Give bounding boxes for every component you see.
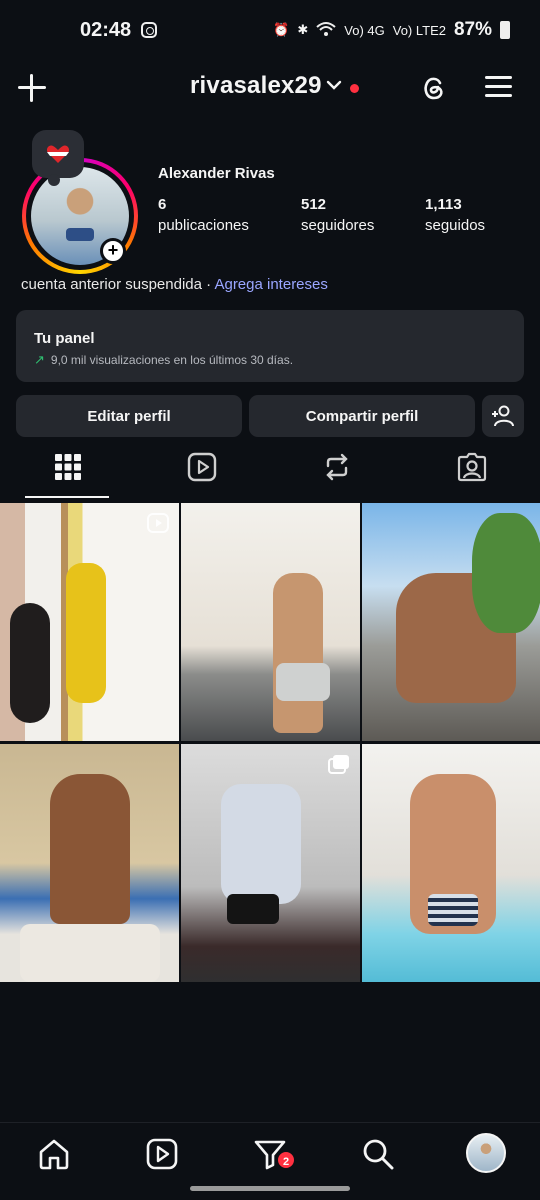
username[interactable]: rivasalex29: [190, 72, 322, 100]
tagged-icon[interactable]: [457, 452, 487, 482]
carousel-badge-icon: [328, 755, 349, 774]
threads-icon[interactable]: [418, 72, 450, 104]
panel-title: Tu panel: [34, 330, 95, 347]
profile-full-name: Alexander Rivas: [158, 165, 275, 182]
search-icon[interactable]: [361, 1137, 395, 1171]
post-thumbnail[interactable]: [0, 503, 179, 741]
stat-following[interactable]: 1,113 seguidos: [425, 196, 485, 234]
wifi-icon: [316, 21, 336, 40]
instagram-profile-screen: 02:48 ⏰ ✱ Vo) 4G Vo) LTE2 87% rivasalex2…: [0, 0, 540, 1200]
profile-avatar[interactable]: [466, 1133, 506, 1173]
grid-icon[interactable]: [53, 452, 83, 482]
battery-percent: 87%: [453, 19, 492, 40]
status-time: 02:48: [80, 18, 132, 41]
post-thumbnail[interactable]: [181, 503, 360, 741]
panel-subtitle: ↗ 9,0 mil visualizaciones en los últimos…: [34, 352, 524, 368]
stat-label: seguidores: [301, 217, 375, 234]
stat-posts[interactable]: 6 publicaciones: [158, 196, 249, 234]
battery-icon: [500, 21, 510, 39]
network-label: Vo) 4G: [344, 22, 385, 38]
reels-icon[interactable]: [145, 1137, 179, 1171]
home-icon[interactable]: [37, 1137, 71, 1171]
network-label-2: Vo) LTE2: [392, 22, 446, 38]
profile-bio: cuenta anterior suspendida · Agrega inte…: [21, 276, 328, 293]
post-thumbnail[interactable]: [362, 503, 540, 741]
chevron-down-icon[interactable]: [326, 78, 342, 96]
dashboard-panel[interactable]: Tu panel ↗ 9,0 mil visualizaciones en lo…: [16, 310, 524, 382]
add-person-button[interactable]: [482, 395, 524, 437]
stat-value: 1,113: [425, 196, 462, 213]
heart-flag-icon: [46, 145, 70, 163]
stat-value: 512: [301, 196, 327, 213]
post-thumbnail[interactable]: [362, 744, 540, 982]
activity-badge: 2: [276, 1150, 296, 1170]
note-bubble[interactable]: [32, 130, 84, 186]
reel-badge-icon: [147, 513, 169, 533]
trend-up-icon: ↗: [34, 352, 45, 367]
bluetooth-icon: ✱: [297, 22, 309, 37]
posts-grid: [0, 503, 540, 982]
stat-label: publicaciones: [158, 217, 249, 234]
reposts-icon[interactable]: [322, 452, 352, 482]
notification-dot: [350, 84, 359, 93]
plus-icon[interactable]: [18, 74, 46, 102]
panel-views-text: 9,0 mil visualizaciones en los últimos 3…: [50, 353, 294, 367]
edit-profile-button[interactable]: Editar perfil: [16, 395, 242, 437]
profile-tabs: [0, 446, 540, 500]
post-thumbnail[interactable]: [181, 744, 360, 982]
active-tab-indicator: [25, 496, 109, 498]
stat-followers[interactable]: 512 seguidores: [301, 196, 374, 234]
post-thumbnail[interactable]: [0, 744, 179, 982]
stat-label: seguidos: [425, 217, 486, 234]
profile-header: rivasalex29: [0, 64, 540, 114]
instagram-notification-icon: [141, 22, 158, 38]
bio-text: cuenta anterior suspendida ·: [21, 276, 215, 293]
add-story-icon[interactable]: +: [100, 238, 126, 264]
status-bar: 02:48 ⏰ ✱ Vo) 4G Vo) LTE2 87%: [0, 0, 540, 60]
alarm-icon: ⏰: [273, 22, 290, 37]
share-profile-button[interactable]: Compartir perfil: [249, 395, 475, 437]
gesture-home-bar[interactable]: [190, 1186, 350, 1191]
stat-value: 6: [158, 196, 167, 213]
add-person-icon: [492, 405, 514, 427]
status-right: ⏰ ✱ Vo) 4G Vo) LTE2 87%: [273, 19, 510, 41]
add-interests-link[interactable]: Agrega intereses: [214, 276, 327, 293]
hamburger-menu-icon[interactable]: [485, 76, 512, 98]
reels-icon[interactable]: [187, 452, 217, 482]
